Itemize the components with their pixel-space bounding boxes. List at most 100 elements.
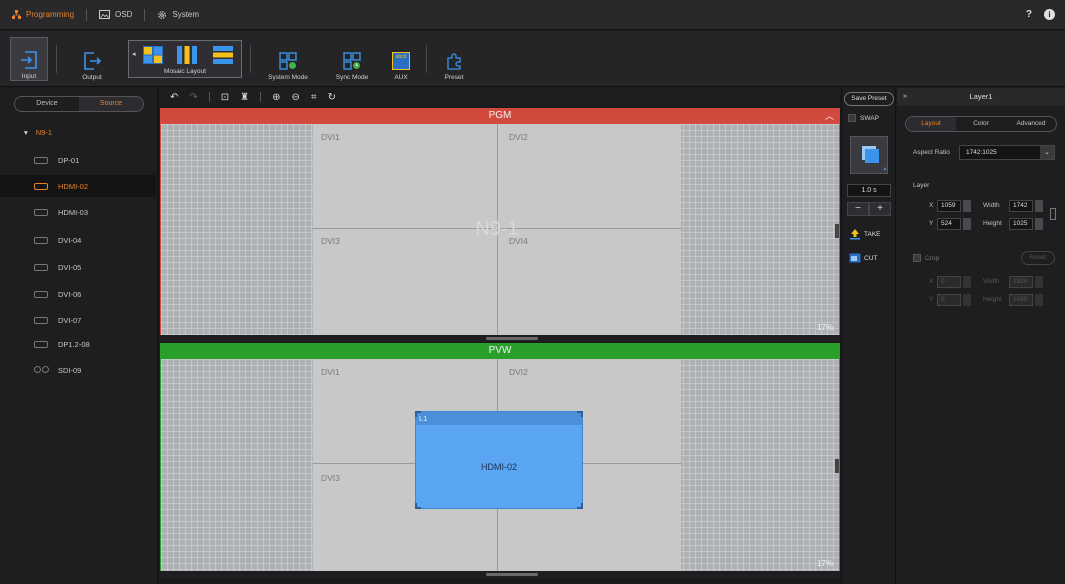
tab-layout[interactable]: Layout	[906, 117, 956, 131]
zoom-out-icon[interactable]: ⊖	[292, 92, 300, 103]
source-item-hdmi-02[interactable]: HDMI-02	[0, 175, 156, 197]
crop-y-input[interactable]: 0	[937, 294, 961, 306]
info-icon[interactable]: i	[1044, 9, 1055, 20]
source-item-dvi-05[interactable]: DVI-05	[0, 256, 156, 278]
resize-handle[interactable]	[577, 503, 583, 509]
transition-effect-button[interactable]	[850, 136, 888, 174]
vertical-scrollbar[interactable]	[835, 459, 839, 473]
width-input[interactable]: 1742	[1009, 200, 1033, 212]
crop-toggle[interactable]: Crop	[913, 254, 939, 262]
save-preset-button[interactable]: Save Preset	[844, 92, 894, 106]
source-item-hdmi-03[interactable]: HDMI-03	[0, 201, 156, 223]
clear-brush-icon[interactable]: ♜	[240, 92, 249, 103]
swap-checkbox[interactable]	[848, 114, 856, 122]
source-item-dvi-04[interactable]: DVI-04	[0, 229, 156, 251]
aspect-ratio-select[interactable]: 1742:1025 ⌄	[959, 145, 1055, 160]
y-input[interactable]: 524	[937, 218, 961, 230]
scroll-thumb[interactable]	[486, 337, 538, 340]
crop-width-spinner[interactable]	[1035, 276, 1043, 288]
tab-device[interactable]: Device	[15, 97, 79, 111]
sync-mode-button[interactable]: Sync Mode	[330, 37, 374, 81]
tab-system[interactable]: System	[145, 0, 211, 30]
take-button[interactable]: TAKE	[847, 225, 891, 243]
pvw-title: PVW	[488, 345, 512, 356]
undo-icon[interactable]: ↶	[170, 92, 178, 103]
pgm-horizontal-scrollbar[interactable]	[160, 335, 840, 342]
tab-advanced[interactable]: Advanced	[1006, 117, 1056, 131]
device-source-toggle: Device Source	[14, 96, 144, 112]
tab-source[interactable]: Source	[79, 97, 143, 111]
tab-color[interactable]: Color	[956, 117, 1006, 131]
collapse-icon[interactable]: ︿	[825, 108, 834, 124]
take-icon	[850, 229, 860, 240]
preset-button[interactable]: Preset	[436, 37, 472, 81]
x-spinner[interactable]	[963, 200, 971, 212]
swap-toggle[interactable]: SWAP	[848, 114, 879, 122]
height-input[interactable]: 1025	[1009, 218, 1033, 230]
source-name: DVI-05	[58, 262, 82, 272]
zoom-in-icon[interactable]: ⊕	[272, 92, 280, 103]
pvw-zoom-level: 17%	[816, 559, 833, 568]
pvw-horizontal-scrollbar[interactable]	[160, 571, 840, 578]
output-icon	[84, 52, 101, 70]
pvw-canvas[interactable]: DVI1 DVI2 DVI3 L1 HDMI-02 17%	[160, 359, 840, 571]
y-spinner[interactable]	[963, 218, 971, 230]
resize-handle[interactable]	[415, 411, 421, 417]
input-button[interactable]: Input	[10, 37, 48, 81]
device-tree-root[interactable]: ▾ N9-1	[24, 128, 52, 137]
input-label: Input	[21, 73, 37, 80]
mosaic-grid-icon[interactable]	[143, 46, 163, 64]
system-mode-button[interactable]: System Mode	[262, 37, 314, 81]
layer-window[interactable]: L1 HDMI-02	[415, 411, 583, 509]
mosaic-rows-icon[interactable]	[213, 46, 233, 64]
redo-icon[interactable]: ↷	[189, 92, 197, 103]
output-button[interactable]: Output	[70, 37, 114, 81]
crop-width-input[interactable]: 1920	[1009, 276, 1033, 288]
width-spinner[interactable]	[1035, 200, 1043, 212]
dvi-port-icon	[34, 290, 48, 298]
crop-label: Crop	[925, 254, 940, 262]
increase-duration-button[interactable]: +	[869, 202, 891, 216]
collapse-panel-icon[interactable]: »	[903, 88, 907, 106]
resize-handle[interactable]	[577, 411, 583, 417]
pgm-canvas[interactable]: DVI1 DVI2 DVI3 DVI4 N9-1 17%	[160, 124, 840, 335]
height-label: Height	[983, 220, 1002, 227]
source-item-dvi-07[interactable]: DVI-07	[0, 309, 156, 331]
source-item-dvi-06[interactable]: DVI-06	[0, 283, 156, 305]
crop-height-spinner[interactable]	[1035, 294, 1043, 306]
crop-height-input[interactable]: 1080	[1009, 294, 1033, 306]
refresh-icon[interactable]: ↻	[328, 92, 336, 103]
layer-properties-panel: » Layer1 Layout Color Advanced Aspect Ra…	[897, 88, 1065, 584]
lock-ratio-icon[interactable]	[1050, 208, 1056, 220]
source-item-sdi-09[interactable]: SDI-09	[0, 359, 156, 381]
resize-handle[interactable]	[415, 503, 421, 509]
transition-duration-field[interactable]: 1.0 s	[847, 184, 891, 197]
tab-osd[interactable]: OSD	[87, 0, 144, 30]
pvw-screen[interactable]: DVI1 DVI2 DVI3 L1 HDMI-02	[313, 359, 681, 571]
height-spinner[interactable]	[1035, 218, 1043, 230]
cell-label-dvi2: DVI2	[509, 132, 528, 142]
tab-programming[interactable]: Programming	[0, 0, 86, 30]
fit-screen-icon[interactable]: ⌗	[311, 92, 317, 103]
crop-x-spinner[interactable]	[963, 276, 971, 288]
decrease-duration-button[interactable]: −	[847, 202, 869, 216]
cut-icon	[849, 253, 861, 263]
layer-title-bar[interactable]: L1	[416, 412, 582, 425]
scroll-thumb[interactable]	[486, 573, 538, 576]
crop-x-input[interactable]: 0	[937, 276, 961, 288]
mosaic-prev-arrow-icon[interactable]: ◂	[132, 50, 136, 58]
vertical-scrollbar[interactable]	[835, 224, 839, 238]
help-button[interactable]: ?	[1026, 9, 1032, 20]
cell-label-dvi1: DVI1	[321, 367, 340, 377]
pgm-screen[interactable]: DVI1 DVI2 DVI3 DVI4 N9-1	[313, 124, 681, 335]
aux-button[interactable]: abcd AUX	[386, 37, 416, 81]
source-item-dp1-2-08[interactable]: DP1.2-08	[0, 333, 156, 355]
mosaic-columns-icon[interactable]	[177, 46, 197, 64]
cut-button[interactable]: CUT	[847, 249, 891, 267]
crop-checkbox[interactable]	[913, 254, 921, 262]
crop-y-spinner[interactable]	[963, 294, 971, 306]
x-input[interactable]: 1059	[937, 200, 961, 212]
lock-icon[interactable]: ⊡	[221, 92, 229, 103]
reset-button[interactable]: Reset	[1021, 251, 1055, 265]
source-item-dp-01[interactable]: DP-01	[0, 149, 156, 171]
